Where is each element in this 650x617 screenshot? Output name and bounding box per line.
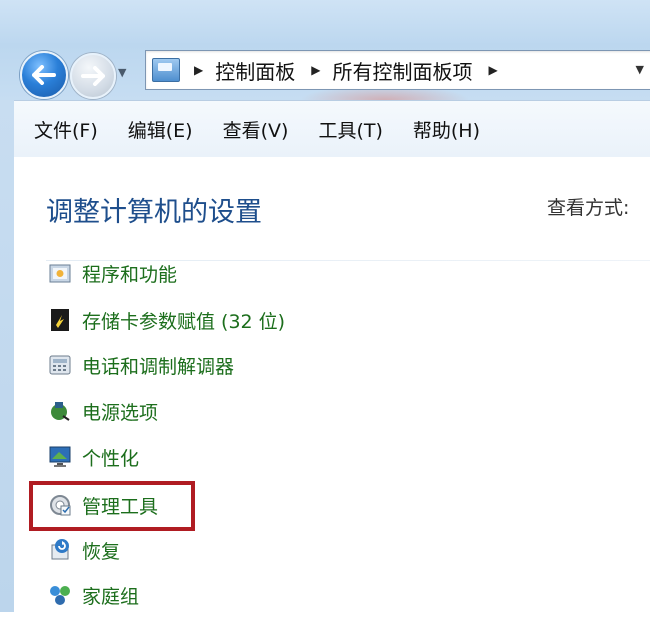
menu-view[interactable]: 查看(V) <box>223 116 289 143</box>
back-button[interactable] <box>20 51 68 99</box>
item-programs-features[interactable]: 程序和功能 <box>46 256 177 290</box>
view-by-label[interactable]: 查看方式: <box>547 193 629 220</box>
forward-arrow-icon <box>81 66 105 86</box>
memory-card-icon <box>46 306 74 334</box>
forward-button[interactable] <box>70 53 116 99</box>
homegroup-icon <box>46 581 74 609</box>
item-label: 家庭组 <box>82 585 140 608</box>
item-label: 个性化 <box>82 447 140 470</box>
phone-modem-icon <box>46 351 74 379</box>
back-arrow-icon <box>32 65 56 85</box>
breadcrumb-separator-icon[interactable]: ▶ <box>194 63 203 77</box>
address-dropdown-icon[interactable]: ▼ <box>636 63 644 76</box>
item-phone-modem[interactable]: 电话和调制解调器 <box>46 348 234 382</box>
breadcrumb-all-items[interactable]: 所有控制面板项 <box>332 56 472 85</box>
item-label: 存储卡参数赋值 (32 位) <box>82 310 286 333</box>
personalization-icon <box>46 443 74 471</box>
item-homegroup[interactable]: 家庭组 <box>46 578 139 612</box>
item-personalization[interactable]: 个性化 <box>46 440 139 474</box>
recent-pages-dropdown-icon[interactable]: ▼ <box>118 66 126 79</box>
item-label: 程序和功能 <box>82 263 178 286</box>
breadcrumb-separator-icon[interactable]: ▶ <box>311 63 320 77</box>
page-title: 调整计算机的设置 <box>46 197 262 228</box>
highlight-box <box>29 481 195 531</box>
programs-features-icon <box>46 259 74 287</box>
breadcrumb-control-panel[interactable]: 控制面板 <box>215 56 295 85</box>
item-memory-card[interactable]: 存储卡参数赋值 (32 位) <box>46 303 285 337</box>
address-bar[interactable]: ▶ 控制面板 ▶ 所有控制面板项 ▶ ▼ <box>145 50 650 90</box>
menu-bar: 文件(F) 编辑(E) 查看(V) 工具(T) 帮助(H) <box>14 100 650 158</box>
item-label: 电源选项 <box>82 401 159 424</box>
control-panel-content: 调整计算机的设置 查看方式: 程序和功能 存储卡参数赋值 (32 位) 电话和调… <box>14 157 650 617</box>
recovery-icon <box>46 536 74 564</box>
item-power-options[interactable]: 电源选项 <box>46 394 158 428</box>
breadcrumb-separator-icon[interactable]: ▶ <box>488 63 497 77</box>
item-label: 恢复 <box>82 540 121 563</box>
window-left-border <box>0 100 14 612</box>
window-titlebar: ▼ ▶ 控制面板 ▶ 所有控制面板项 ▶ ▼ <box>0 0 650 115</box>
item-recovery[interactable]: 恢复 <box>46 533 120 567</box>
menu-file[interactable]: 文件(F) <box>34 116 98 143</box>
menu-tools[interactable]: 工具(T) <box>318 116 382 143</box>
menu-edit[interactable]: 编辑(E) <box>128 116 193 143</box>
power-options-icon <box>46 397 74 425</box>
item-label: 电话和调制解调器 <box>82 355 235 378</box>
control-panel-icon <box>152 58 180 82</box>
menu-help[interactable]: 帮助(H) <box>413 116 480 143</box>
